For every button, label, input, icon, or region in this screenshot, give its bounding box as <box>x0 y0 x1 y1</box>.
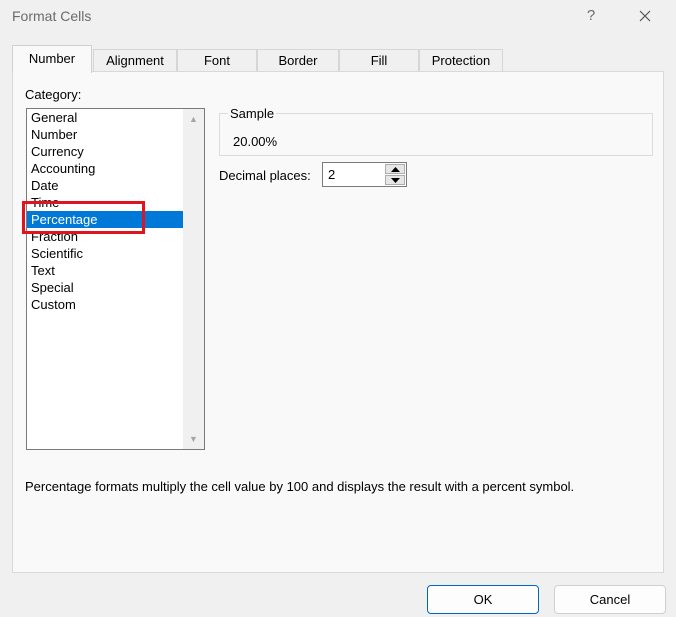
help-button[interactable]: ? <box>584 7 598 24</box>
spin-up-button[interactable] <box>385 164 405 174</box>
window-title: Format Cells <box>12 8 92 24</box>
tab-number[interactable]: Number <box>12 45 92 73</box>
format-description: Percentage formats multiply the cell val… <box>25 479 575 494</box>
tab-alignment[interactable]: Alignment <box>93 49 177 72</box>
category-item-special[interactable]: Special <box>27 279 183 296</box>
category-item-fraction[interactable]: Fraction <box>27 228 183 245</box>
category-listbox[interactable]: General Number Currency Accounting Date … <box>26 108 205 450</box>
decimal-places-label: Decimal places: <box>219 168 311 183</box>
tab-fill[interactable]: Fill <box>339 49 419 72</box>
category-item-time[interactable]: Time <box>27 194 183 211</box>
category-item-date[interactable]: Date <box>27 177 183 194</box>
category-item-currency[interactable]: Currency <box>27 143 183 160</box>
sample-label: Sample <box>228 106 277 121</box>
category-label: Category: <box>25 87 82 102</box>
sample-value: 20.00% <box>233 134 278 149</box>
decimal-places-value[interactable]: 2 <box>328 167 335 182</box>
scroll-up-arrow-icon[interactable]: ▲ <box>187 113 200 125</box>
title-bar: Format Cells ? <box>0 0 676 34</box>
scroll-down-arrow-icon[interactable]: ▼ <box>187 433 200 445</box>
decimal-places-spinner[interactable]: 2 <box>322 162 407 187</box>
spin-down-button[interactable] <box>385 175 405 185</box>
triangle-down-icon <box>391 178 400 183</box>
tab-font[interactable]: Font <box>177 49 257 72</box>
tab-protection[interactable]: Protection <box>419 49 503 72</box>
tab-border[interactable]: Border <box>257 49 339 72</box>
triangle-up-icon <box>391 167 400 172</box>
category-item-scientific[interactable]: Scientific <box>27 245 183 262</box>
category-item-text[interactable]: Text <box>27 262 183 279</box>
category-item-custom[interactable]: Custom <box>27 296 183 313</box>
category-item-general[interactable]: General <box>27 109 183 126</box>
sample-group: Sample 20.00% <box>219 106 653 156</box>
cancel-button[interactable]: Cancel <box>554 585 666 614</box>
ok-button[interactable]: OK <box>427 585 539 614</box>
close-icon <box>639 10 651 22</box>
category-item-percentage[interactable]: Percentage <box>27 211 183 228</box>
close-button[interactable] <box>630 2 660 30</box>
category-list: General Number Currency Accounting Date … <box>27 109 183 313</box>
category-item-number[interactable]: Number <box>27 126 183 143</box>
category-scrollbar[interactable]: ▲ ▼ <box>183 109 204 449</box>
number-tab-panel: Category: General Number Currency Accoun… <box>12 71 664 573</box>
category-item-accounting[interactable]: Accounting <box>27 160 183 177</box>
